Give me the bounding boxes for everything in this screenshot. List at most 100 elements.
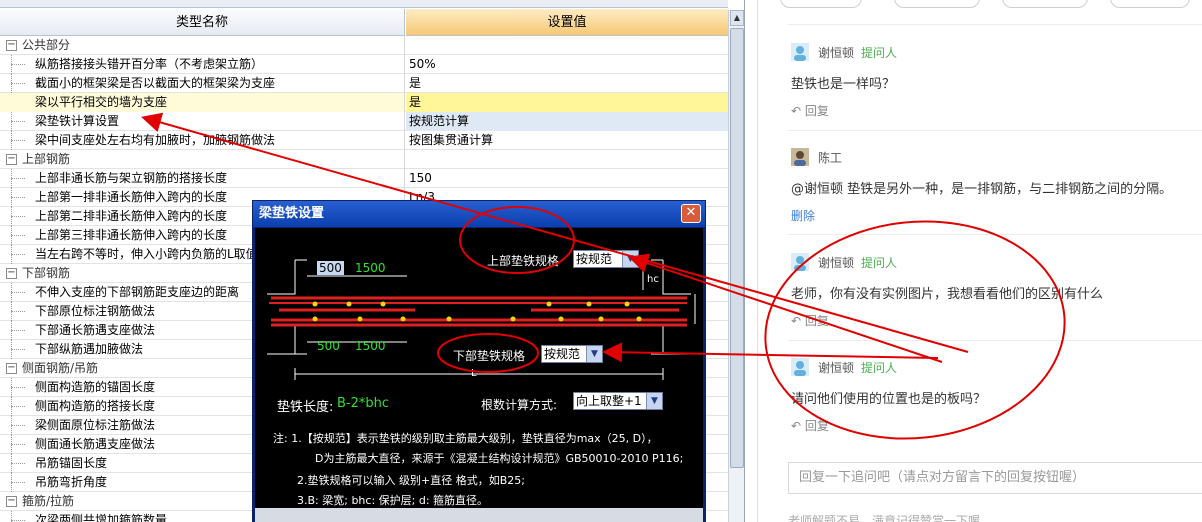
- left-support-top-line: [267, 260, 296, 295]
- right-support-bottom-line: [662, 324, 691, 355]
- dialog-body: 500 1500 500 1500 hc L 上部垫铁规格 按规范 ▼ 下部垫铁…: [255, 228, 703, 508]
- pad-iron-dot: [586, 301, 592, 307]
- divider: [788, 24, 1202, 25]
- setting-name: 梁垫铁计算设置: [0, 112, 405, 131]
- divider: [788, 340, 1202, 341]
- dialog-title: 梁垫铁设置: [253, 201, 705, 227]
- top-length-value[interactable]: 1500: [355, 261, 386, 275]
- setting-value[interactable]: [406, 36, 728, 55]
- top-tab-button-4[interactable]: [1110, 0, 1190, 8]
- note-line-4: 3.B: 梁宽; bhc: 保护层; d: 箍筋直径。: [297, 494, 489, 507]
- top-tab-button-1[interactable]: [780, 0, 862, 8]
- setting-value[interactable]: 是: [406, 93, 728, 112]
- top-pad-iron-spec-label: 上部垫铁规格: [487, 254, 560, 268]
- top-tab-button-2[interactable]: [894, 0, 980, 8]
- grid-setting-row[interactable]: 纵筋搭接接头错开百分率（不考虑架立筋） 50%: [0, 55, 728, 74]
- pad-iron-dot: [598, 316, 604, 322]
- setting-value[interactable]: 150: [406, 169, 728, 188]
- user-avatar-icon[interactable]: [791, 43, 809, 61]
- pad-iron-dot: [636, 316, 642, 322]
- top-pad-iron-spec-value: 按规范: [576, 252, 613, 266]
- setting-name: 梁以平行相交的墙为支座: [0, 93, 405, 112]
- bottom-pad-iron-spec-label: 下部垫铁规格: [453, 349, 526, 363]
- bottom-left-length-value[interactable]: 500: [317, 339, 340, 353]
- qa-comment-panel: 谢恒顿 提问人 垫铁也是一样吗？ ↶ 回复 陈工 @谢恒顿 垫铁是另外一种，是一…: [757, 0, 1202, 522]
- pad-iron-length-label: 垫铁长度:: [277, 400, 334, 415]
- bottom-pad-iron-spec-value: 按规范: [544, 347, 581, 361]
- reply-icon: ↶: [791, 104, 802, 118]
- right-support-top-line: [662, 260, 691, 295]
- pad-iron-dot: [346, 301, 352, 307]
- pad-iron-dot: [624, 301, 630, 307]
- user-avatar-icon[interactable]: [791, 148, 809, 166]
- setting-name: 上部非通长筋与架立钢筋的搭接长度: [0, 169, 405, 188]
- top-pad-iron-spec-select[interactable]: 按规范 ▼: [573, 250, 639, 268]
- comment-text: @谢恒顿 垫铁是另外一种，是一排钢筋，与二排钢筋之间的分隔。: [791, 182, 1173, 197]
- count-method-label: 根数计算方式:: [481, 398, 558, 412]
- pad-iron-dot: [546, 301, 552, 307]
- setting-value[interactable]: 是: [406, 74, 728, 93]
- comment-user-name[interactable]: 陈工: [818, 149, 842, 166]
- chevron-down-icon[interactable]: ▼: [622, 251, 638, 267]
- pad-iron-dot: [312, 301, 318, 307]
- grid-category-row[interactable]: − 公共部分: [0, 36, 728, 55]
- scroll-thumb[interactable]: [730, 28, 744, 468]
- setting-value[interactable]: 按规范计算: [406, 112, 728, 131]
- pad-iron-dot: [357, 316, 363, 322]
- dialog-footer: [255, 508, 703, 522]
- screenshot-root: 类型名称 设置值 − 公共部分 纵筋搭接接头错开百分率（不考虑架立筋） 50% 截面小的…: [0, 0, 1202, 522]
- reply-label: 回复: [804, 104, 829, 118]
- setting-name: 截面小的框架梁是否以截面大的框架梁为支座: [0, 74, 405, 93]
- comment-user-name[interactable]: 谢恒顿: [818, 44, 854, 61]
- count-method-value: 向上取整+1: [576, 394, 642, 408]
- setting-value[interactable]: 50%: [406, 55, 728, 74]
- setting-value[interactable]: [406, 150, 728, 169]
- grid-vertical-scrollbar[interactable]: ▲: [728, 10, 744, 522]
- reply-label: 回复: [804, 419, 829, 433]
- top-tab-button-3[interactable]: [1002, 0, 1088, 8]
- pad-iron-dot: [400, 316, 406, 322]
- reply-button[interactable]: ↶ 回复: [791, 417, 829, 434]
- comment-user-name[interactable]: 谢恒顿: [818, 359, 854, 376]
- scroll-up-icon[interactable]: ▲: [730, 10, 744, 26]
- column-header-type-name[interactable]: 类型名称: [0, 9, 405, 36]
- comment-user-name[interactable]: 谢恒顿: [818, 254, 854, 271]
- setting-name: 公共部分: [0, 36, 405, 55]
- user-avatar-icon[interactable]: [791, 253, 809, 271]
- left-support-bottom-line: [267, 324, 296, 355]
- setting-name: 梁中间支座处左右均有加腋时，加腋钢筋做法: [0, 131, 405, 150]
- count-method-select[interactable]: 向上取整+1 ▼: [573, 392, 663, 410]
- chevron-down-icon[interactable]: ▼: [586, 346, 602, 362]
- grid-setting-row[interactable]: 梁垫铁计算设置 按规范计算: [0, 112, 728, 131]
- grid-setting-row[interactable]: 梁以平行相交的墙为支座是: [0, 93, 728, 112]
- delete-button[interactable]: 删除: [791, 207, 815, 224]
- reply-button[interactable]: ↶ 回复: [791, 102, 829, 119]
- bottom-length-value[interactable]: 1500: [355, 339, 386, 353]
- comment-text: 请问他们使用的位置也是的板吗？: [791, 392, 987, 407]
- grid-setting-row[interactable]: 截面小的框架梁是否以截面大的框架梁为支座是: [0, 74, 728, 93]
- pad-iron-dot: [510, 316, 516, 322]
- grid-category-row[interactable]: − 上部钢筋: [0, 150, 728, 169]
- pad-iron-dot: [558, 316, 564, 322]
- user-avatar-icon[interactable]: [791, 358, 809, 376]
- pad-iron-length-value[interactable]: B-2*bhc: [337, 396, 389, 411]
- follow-up-reply-input[interactable]: 回复一下追问吧（请点对方留言下的回复按钮喔）: [788, 462, 1202, 494]
- reply-icon: ↶: [791, 419, 802, 433]
- chevron-down-icon[interactable]: ▼: [646, 393, 662, 409]
- close-icon[interactable]: ✕: [681, 204, 701, 223]
- top-left-length-input[interactable]: 500: [317, 261, 344, 275]
- pad-iron-dot: [380, 301, 386, 307]
- note-line-2: D为主筋最大直径，来源于《混凝土结构设计规范》GB50010-2010 P116…: [315, 452, 684, 465]
- cover-label-hc: hc: [647, 274, 659, 285]
- reply-label: 回复: [804, 314, 829, 328]
- span-label-L: L: [471, 368, 477, 379]
- grid-setting-row[interactable]: 梁中间支座处左右均有加腋时，加腋钢筋做法 按图集贯通计算: [0, 131, 728, 150]
- grid-setting-row[interactable]: 上部非通长筋与架立钢筋的搭接长度 150: [0, 169, 728, 188]
- bottom-pad-iron-spec-select[interactable]: 按规范 ▼: [541, 345, 603, 363]
- reply-button[interactable]: ↶ 回复: [791, 312, 829, 329]
- column-header-setting-value[interactable]: 设置值: [406, 9, 728, 36]
- asker-badge: 提问人: [861, 46, 898, 60]
- setting-value[interactable]: 按图集贯通计算: [406, 131, 728, 150]
- asker-badge: 提问人: [861, 361, 898, 375]
- comment-text: 垫铁也是一样吗？: [791, 77, 896, 92]
